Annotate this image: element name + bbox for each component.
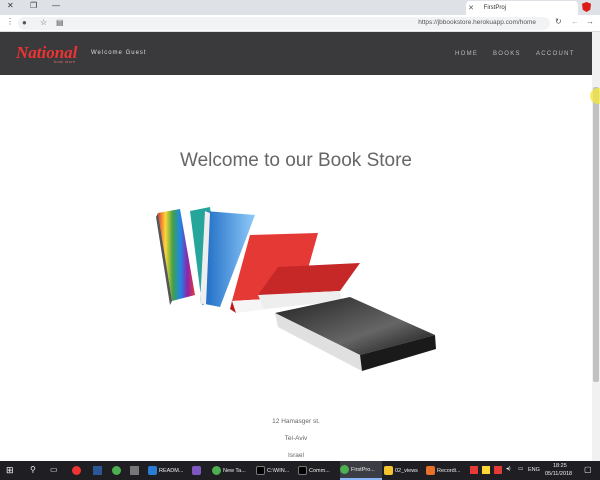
taskbar-item-cmd[interactable]: C:\WIN... (256, 461, 296, 480)
folder-icon (384, 466, 393, 475)
windows-start-icon[interactable]: ⊞ (6, 465, 14, 476)
browser-tab-strip: ✕ ❐ — + ✕ FirstProj (0, 0, 600, 15)
clock-date[interactable]: 05/11/2018 (545, 471, 572, 477)
back-icon[interactable]: → (586, 17, 594, 26)
welcome-guest-text: Welcome Guest (91, 50, 147, 56)
taskbar-item-recording[interactable]: Recordi... (426, 461, 466, 480)
windows-taskbar: ⊞ ⚲ ▭ READM... New Ta... C:\WIN... Comm.… (0, 461, 600, 480)
recorder-icon (426, 466, 435, 475)
nav-home[interactable]: HOME (455, 51, 478, 57)
outlook-icon[interactable] (93, 466, 102, 475)
network-icon[interactable]: ▭ (518, 466, 523, 472)
minimize-window-icon[interactable]: — (52, 1, 60, 10)
logo-subtitle: book store (54, 60, 76, 64)
menu-icon[interactable]: ⋮ (6, 17, 14, 26)
profile-icon[interactable]: ● (22, 18, 27, 27)
nav-books[interactable]: BOOKS (493, 51, 521, 57)
task-view-icon[interactable]: ▭ (50, 465, 58, 474)
volume-icon[interactable]: ◂) (506, 466, 511, 472)
close-window-icon[interactable]: ✕ (7, 1, 14, 10)
chrome-icon (212, 466, 221, 475)
restore-window-icon[interactable]: ❐ (30, 1, 37, 10)
nav-account[interactable]: ACCOUNT (536, 51, 575, 57)
books-illustration (156, 207, 436, 371)
bookmark-star-icon[interactable]: ☆ (40, 18, 47, 27)
tray-app-icon[interactable] (494, 466, 502, 474)
scrollbar-thumb[interactable] (593, 87, 599, 382)
opera-icon[interactable] (72, 466, 81, 475)
tray-app-icon[interactable] (482, 466, 490, 474)
cursor-highlight (590, 88, 600, 104)
browser-tab[interactable]: ✕ FirstProj (466, 1, 578, 15)
language-indicator[interactable]: ENG (528, 467, 540, 473)
clock-time[interactable]: 18:25 (553, 463, 567, 469)
forward-icon[interactable]: ← (571, 17, 579, 26)
app-icon[interactable] (130, 466, 139, 475)
reload-icon[interactable]: ↻ (555, 17, 562, 26)
site-navbar: National book store Welcome Guest HOME B… (0, 32, 592, 75)
address-line-1: 12 Hamasger st. (272, 418, 320, 425)
tab-title: FirstProj (483, 5, 506, 11)
browser-toolbar: ⋮ ● ☆ ▤ https://jbbookstore.herokuapp.co… (0, 15, 600, 32)
taskbar-item-firstproj[interactable]: FirstPro... (340, 461, 382, 480)
visual-studio-icon (192, 466, 201, 475)
chrome-icon[interactable] (112, 466, 121, 475)
chrome-icon (340, 465, 349, 474)
search-icon[interactable]: ⚲ (30, 465, 36, 474)
taskbar-item-new-tab[interactable]: New Ta... (212, 461, 252, 480)
terminal-icon (256, 466, 265, 475)
address-bar[interactable]: ● ☆ ▤ https://jbbookstore.herokuapp.com/… (18, 17, 550, 30)
angular-favicon-icon (582, 2, 591, 12)
address-line-3: Israel (288, 452, 304, 459)
url-text: https://jbbookstore.herokuapp.com/home (418, 19, 536, 26)
tab-close-icon[interactable]: ✕ (468, 4, 474, 12)
taskbar-item-command[interactable]: Comm... (298, 461, 338, 480)
taskbar-item-readme[interactable]: READM... (148, 461, 188, 480)
tray-app-icon[interactable] (470, 466, 478, 474)
extension-icon[interactable]: ▤ (56, 18, 64, 27)
vscode-icon (148, 466, 157, 475)
notifications-icon[interactable]: ▢ (584, 465, 592, 474)
page-title: Welcome to our Book Store (180, 150, 412, 171)
terminal-icon (298, 466, 307, 475)
taskbar-item-visual-studio[interactable] (192, 461, 210, 480)
taskbar-item-views-folder[interactable]: 02_views (384, 461, 424, 480)
address-line-2: Tel-Aviv (284, 435, 308, 442)
